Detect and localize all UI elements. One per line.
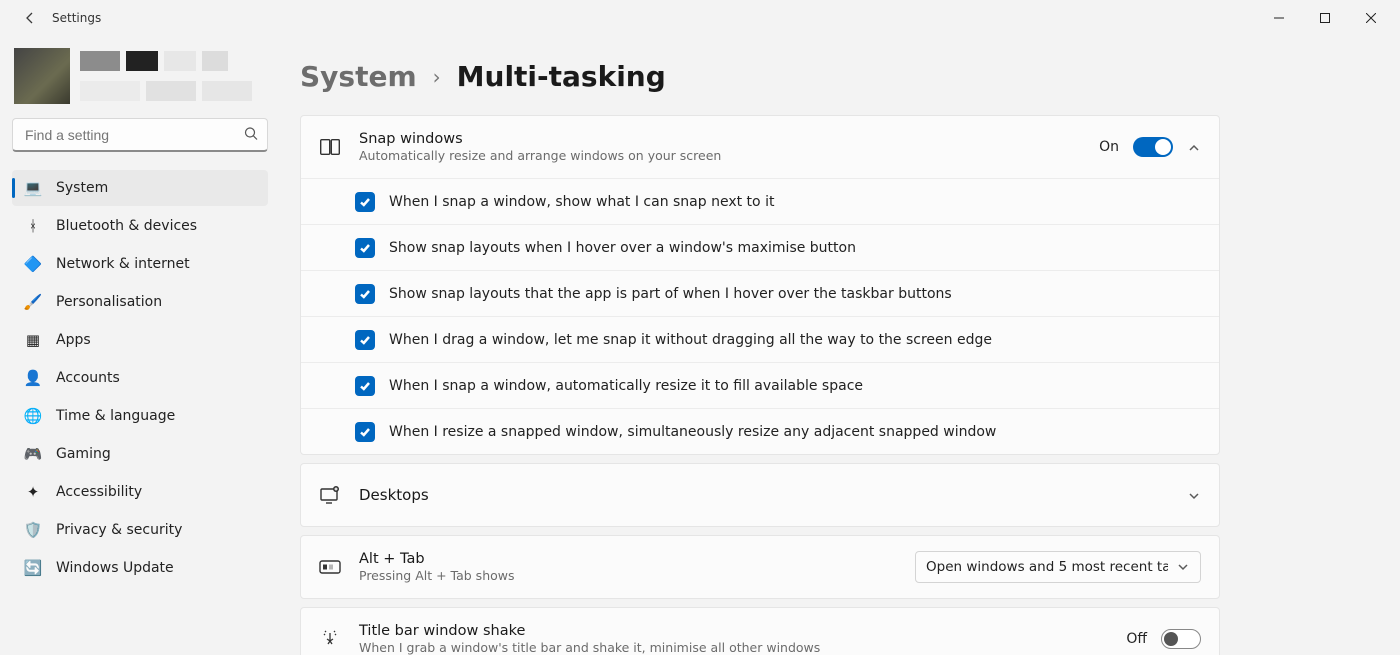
sidebar-item-label: System (56, 180, 108, 196)
user-name-placeholder (80, 51, 252, 101)
sidebar: 💻 System ᚼ Bluetooth & devices 🔷 Network & in… (0, 36, 280, 655)
accounts-icon: 👤 (24, 369, 42, 387)
time-language-icon: 🌐 (24, 407, 42, 425)
snap-option-label: Show snap layouts when I hover over a wi… (389, 240, 856, 256)
sidebar-item-label: Apps (56, 332, 91, 348)
system-icon: 💻 (24, 179, 42, 197)
accessibility-icon: ✦ (24, 483, 42, 501)
sidebar-item-label: Windows Update (56, 560, 174, 576)
sidebar-item-accounts[interactable]: 👤 Accounts (12, 360, 268, 396)
breadcrumb-parent[interactable]: System (300, 60, 417, 93)
main-content: System › Multi-tasking Snap windows Auto… (280, 36, 1400, 655)
sidebar-item-accessibility[interactable]: ✦ Accessibility (12, 474, 268, 510)
desktops-icon (319, 484, 341, 506)
windows-update-icon: 🔄 (24, 559, 42, 577)
title-bar-shake-desc: When I grab a window's title bar and sha… (359, 640, 1108, 655)
sidebar-item-label: Accessibility (56, 484, 142, 500)
snap-windows-title: Snap windows (359, 131, 1081, 147)
sidebar-item-label: Bluetooth & devices (56, 218, 197, 234)
sidebar-item-label: Privacy & security (56, 522, 182, 538)
user-profile[interactable] (14, 48, 268, 104)
checkbox[interactable] (355, 376, 375, 396)
window-title: Settings (52, 11, 101, 25)
sidebar-item-bluetooth-devices[interactable]: ᚼ Bluetooth & devices (12, 208, 268, 244)
sidebar-item-network-internet[interactable]: 🔷 Network & internet (12, 246, 268, 282)
alt-tab-card: Alt + Tab Pressing Alt + Tab shows Open … (300, 535, 1220, 599)
sidebar-item-label: Network & internet (56, 256, 190, 272)
search-input[interactable] (12, 118, 268, 152)
personalisation-icon: 🖌️ (24, 293, 42, 311)
snap-windows-icon (319, 136, 341, 158)
snap-windows-row[interactable]: Snap windows Automatically resize and ar… (301, 116, 1219, 178)
checkbox[interactable] (355, 284, 375, 304)
snap-option-row[interactable]: Show snap layouts that the app is part o… (301, 270, 1219, 316)
shake-toggle[interactable] (1161, 629, 1201, 649)
chevron-right-icon: › (433, 65, 441, 89)
checkbox[interactable] (355, 330, 375, 350)
page-title: Multi-tasking (457, 60, 666, 93)
chevron-down-icon[interactable] (1187, 488, 1201, 502)
alt-tab-select[interactable]: Open windows and 5 most recent tabs in M (915, 551, 1201, 583)
snap-option-row[interactable]: When I snap a window, show what I can sn… (301, 178, 1219, 224)
avatar (14, 48, 70, 104)
snap-option-label: Show snap layouts that the app is part o… (389, 286, 952, 302)
sidebar-item-time-language[interactable]: 🌐 Time & language (12, 398, 268, 434)
alt-tab-row: Alt + Tab Pressing Alt + Tab shows Open … (301, 536, 1219, 598)
snap-option-row[interactable]: When I snap a window, automatically resi… (301, 362, 1219, 408)
desktops-row[interactable]: Desktops (301, 464, 1219, 526)
title-bar-shake-row: Title bar window shake When I grab a win… (301, 608, 1219, 655)
snap-option-label: When I snap a window, show what I can sn… (389, 194, 774, 210)
checkbox[interactable] (355, 238, 375, 258)
title-bar-shake-card: Title bar window shake When I grab a win… (300, 607, 1220, 655)
snap-option-row[interactable]: Show snap layouts when I hover over a wi… (301, 224, 1219, 270)
privacy-security-icon: 🛡️ (24, 521, 42, 539)
network-internet-icon: 🔷 (24, 255, 42, 273)
back-button[interactable] (16, 4, 44, 32)
sidebar-item-label: Gaming (56, 446, 111, 462)
sidebar-item-personalisation[interactable]: 🖌️ Personalisation (12, 284, 268, 320)
snap-toggle[interactable] (1133, 137, 1173, 157)
desktops-title: Desktops (359, 486, 1169, 504)
close-button[interactable] (1348, 2, 1394, 34)
window-controls (1256, 2, 1394, 34)
sidebar-item-system[interactable]: 💻 System (12, 170, 268, 206)
alt-tab-title: Alt + Tab (359, 551, 897, 567)
alt-tab-icon (319, 556, 341, 578)
sidebar-item-label: Personalisation (56, 294, 162, 310)
title-bar-shake-title: Title bar window shake (359, 623, 1108, 639)
snap-option-label: When I snap a window, automatically resi… (389, 378, 863, 394)
nav-list: 💻 System ᚼ Bluetooth & devices 🔷 Network & in… (12, 170, 268, 586)
bluetooth-devices-icon: ᚼ (24, 217, 42, 235)
search-container (12, 118, 268, 152)
snap-option-label: When I resize a snapped window, simultan… (389, 424, 996, 440)
title-bar: Settings (0, 0, 1400, 36)
search-icon (244, 126, 258, 145)
maximize-button[interactable] (1302, 2, 1348, 34)
sidebar-item-label: Accounts (56, 370, 120, 386)
minimize-button[interactable] (1256, 2, 1302, 34)
snap-option-label: When I drag a window, let me snap it wit… (389, 332, 992, 348)
snap-option-row[interactable]: When I drag a window, let me snap it wit… (301, 316, 1219, 362)
sidebar-item-windows-update[interactable]: 🔄 Windows Update (12, 550, 268, 586)
sidebar-item-apps[interactable]: ▦ Apps (12, 322, 268, 358)
gaming-icon: 🎮 (24, 445, 42, 463)
sidebar-item-privacy-security[interactable]: 🛡️ Privacy & security (12, 512, 268, 548)
apps-icon: ▦ (24, 331, 42, 349)
shake-toggle-label: Off (1126, 631, 1147, 647)
desktops-card: Desktops (300, 463, 1220, 527)
snap-windows-desc: Automatically resize and arrange windows… (359, 148, 1081, 163)
snap-toggle-label: On (1099, 139, 1119, 155)
sidebar-item-label: Time & language (56, 408, 175, 424)
shake-icon (319, 628, 341, 650)
alt-tab-select-value: Open windows and 5 most recent tabs in M (926, 559, 1168, 575)
checkbox[interactable] (355, 422, 375, 442)
snap-option-row[interactable]: When I resize a snapped window, simultan… (301, 408, 1219, 454)
alt-tab-desc: Pressing Alt + Tab shows (359, 568, 897, 583)
chevron-up-icon[interactable] (1187, 140, 1201, 154)
breadcrumb: System › Multi-tasking (300, 60, 1220, 93)
snap-windows-card: Snap windows Automatically resize and ar… (300, 115, 1220, 455)
checkbox[interactable] (355, 192, 375, 212)
sidebar-item-gaming[interactable]: 🎮 Gaming (12, 436, 268, 472)
chevron-down-icon (1176, 560, 1190, 574)
